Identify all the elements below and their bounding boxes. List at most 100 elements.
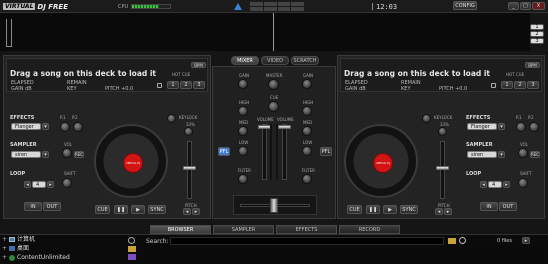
playlist-icon[interactable] <box>128 254 136 260</box>
expand-icon[interactable]: + <box>2 254 7 261</box>
loop-shift-knob[interactable] <box>62 178 72 188</box>
tree-item-computer[interactable]: + 计算机 <box>2 236 122 243</box>
loop-shift-knob[interactable] <box>518 178 528 188</box>
effect-select[interactable]: Flanger <box>467 123 497 130</box>
tab-sampler[interactable]: SAMPLER <box>213 225 274 234</box>
tempo-knob[interactable] <box>184 127 193 136</box>
pause-button[interactable]: ❚❚ <box>114 205 128 214</box>
pitch-slider-handle[interactable] <box>183 166 196 170</box>
loop-decrease-button[interactable]: ◂ <box>24 181 31 188</box>
pitch-down-button[interactable]: ◂ <box>435 208 443 215</box>
loop-in-button[interactable]: IN <box>24 202 42 211</box>
folder-icon[interactable] <box>448 238 456 244</box>
layout-button[interactable] <box>291 7 304 11</box>
sampler-vol-knob[interactable] <box>518 148 528 158</box>
sync-button[interactable]: SYNC <box>400 205 418 214</box>
sampler-dropdown[interactable]: ▾ <box>498 151 505 158</box>
loop-out-button[interactable]: OUT <box>43 202 61 211</box>
sampler-dropdown[interactable]: ▾ <box>42 151 49 158</box>
volume-right-track[interactable] <box>282 124 287 180</box>
sampler-rec-button[interactable]: REC <box>530 151 540 158</box>
sampler-select[interactable]: siren <box>467 151 497 158</box>
layout-button[interactable] <box>263 7 277 11</box>
pitch-up-button[interactable]: ▸ <box>192 208 200 215</box>
effect-select[interactable]: Flanger <box>11 123 41 130</box>
layout-button[interactable] <box>250 2 263 6</box>
tempo-knob[interactable] <box>438 127 447 136</box>
tab-scratch[interactable]: SCRATCH <box>291 56 319 65</box>
sampler-vol-knob[interactable] <box>62 148 72 158</box>
layout-button[interactable] <box>277 2 291 6</box>
pfl-right-button[interactable]: PFL <box>320 147 332 156</box>
pitch-slider-track[interactable] <box>187 141 192 199</box>
search-icon[interactable] <box>459 237 466 244</box>
tab-mixer[interactable]: MIXER <box>231 56 259 65</box>
pitch-slider-track[interactable] <box>440 141 445 199</box>
crossfader-icon[interactable] <box>234 3 242 10</box>
layout-button[interactable] <box>277 7 291 11</box>
maximize-button[interactable]: □ <box>520 2 531 10</box>
tree-item-desktop[interactable]: + 桌面 <box>2 245 122 252</box>
effect-p2-knob[interactable] <box>529 122 539 132</box>
cue-button[interactable]: CUE <box>347 205 362 214</box>
tab-browser[interactable]: BROWSER <box>150 225 211 234</box>
jog-center[interactable]: VIRTUAL DJ <box>373 153 393 173</box>
loop-out-button[interactable]: OUT <box>499 202 517 211</box>
add-folder-icon[interactable] <box>128 246 136 252</box>
volume-left-track[interactable] <box>262 124 267 180</box>
loop-length[interactable]: 4 <box>488 181 502 188</box>
volume-right-handle[interactable] <box>278 125 291 129</box>
pause-button[interactable]: ❚❚ <box>366 205 380 214</box>
play-button[interactable]: ▶ <box>383 205 397 214</box>
tab-video[interactable]: VIDEO <box>261 56 289 65</box>
jog-center[interactable]: VIRTUAL DJ <box>123 153 143 173</box>
tab-record[interactable]: RECORD <box>339 225 400 234</box>
pitch-down-button[interactable]: ◂ <box>183 208 191 215</box>
file-list[interactable] <box>146 247 546 264</box>
sampler-rec-button[interactable]: REC <box>74 151 84 158</box>
layout-button[interactable] <box>291 2 304 6</box>
expand-icon[interactable]: + <box>2 245 7 252</box>
cue-button[interactable]: CUE <box>95 205 110 214</box>
effect-dropdown[interactable]: ▾ <box>42 123 49 130</box>
mixer-gain-left-knob[interactable] <box>238 79 248 89</box>
mixer-mid-right-knob[interactable] <box>302 126 312 136</box>
loop-length[interactable]: 4 <box>32 181 46 188</box>
lock-icon[interactable] <box>157 83 162 88</box>
waveform-area[interactable] <box>0 13 530 51</box>
loop-increase-button[interactable]: ▸ <box>503 181 510 188</box>
hotcue-button-1[interactable]: 1 <box>501 81 513 89</box>
hotcue-button-2[interactable]: 2 <box>180 81 192 89</box>
mixer-low-left-knob[interactable] <box>238 146 248 156</box>
effect-p1-knob[interactable] <box>516 122 526 132</box>
expand-icon[interactable]: + <box>2 236 7 243</box>
effect-p1-knob[interactable] <box>60 122 70 132</box>
tab-effects[interactable]: EFFECTS <box>276 225 337 234</box>
mixer-high-right-knob[interactable] <box>302 106 312 116</box>
mixer-gain-right-knob[interactable] <box>302 79 312 89</box>
keylock-knob[interactable] <box>167 114 176 123</box>
pitch-slider-handle[interactable] <box>436 166 449 170</box>
deck-view-button-3[interactable]: 3 <box>530 38 544 44</box>
deck-view-button-1[interactable]: 1 <box>530 24 544 30</box>
mixer-filter-right-knob[interactable] <box>302 174 312 184</box>
sideview-button[interactable]: ▸ <box>522 237 530 244</box>
loop-decrease-button[interactable]: ◂ <box>480 181 487 188</box>
sampler-select[interactable]: siren <box>11 151 41 158</box>
bpm-button[interactable]: BPM <box>191 62 206 68</box>
config-button[interactable]: CONFIG <box>453 1 477 10</box>
hotcue-button-1[interactable]: 1 <box>167 81 179 89</box>
loop-increase-button[interactable]: ▸ <box>47 181 54 188</box>
minimize-button[interactable]: _ <box>508 2 519 10</box>
layout-button[interactable] <box>250 7 263 11</box>
close-button[interactable]: X <box>532 2 545 10</box>
tree-item-contentunlimited[interactable]: + ContentUnlimited <box>2 254 122 261</box>
effect-dropdown[interactable]: ▾ <box>498 123 505 130</box>
pitch-up-button[interactable]: ▸ <box>444 208 452 215</box>
cue-mix-knob[interactable] <box>268 101 279 112</box>
crossfader-handle[interactable] <box>270 198 278 213</box>
mixer-low-right-knob[interactable] <box>302 146 312 156</box>
search-input[interactable] <box>170 237 444 245</box>
search-db-icon[interactable] <box>128 237 135 244</box>
play-button[interactable]: ▶ <box>131 205 145 214</box>
